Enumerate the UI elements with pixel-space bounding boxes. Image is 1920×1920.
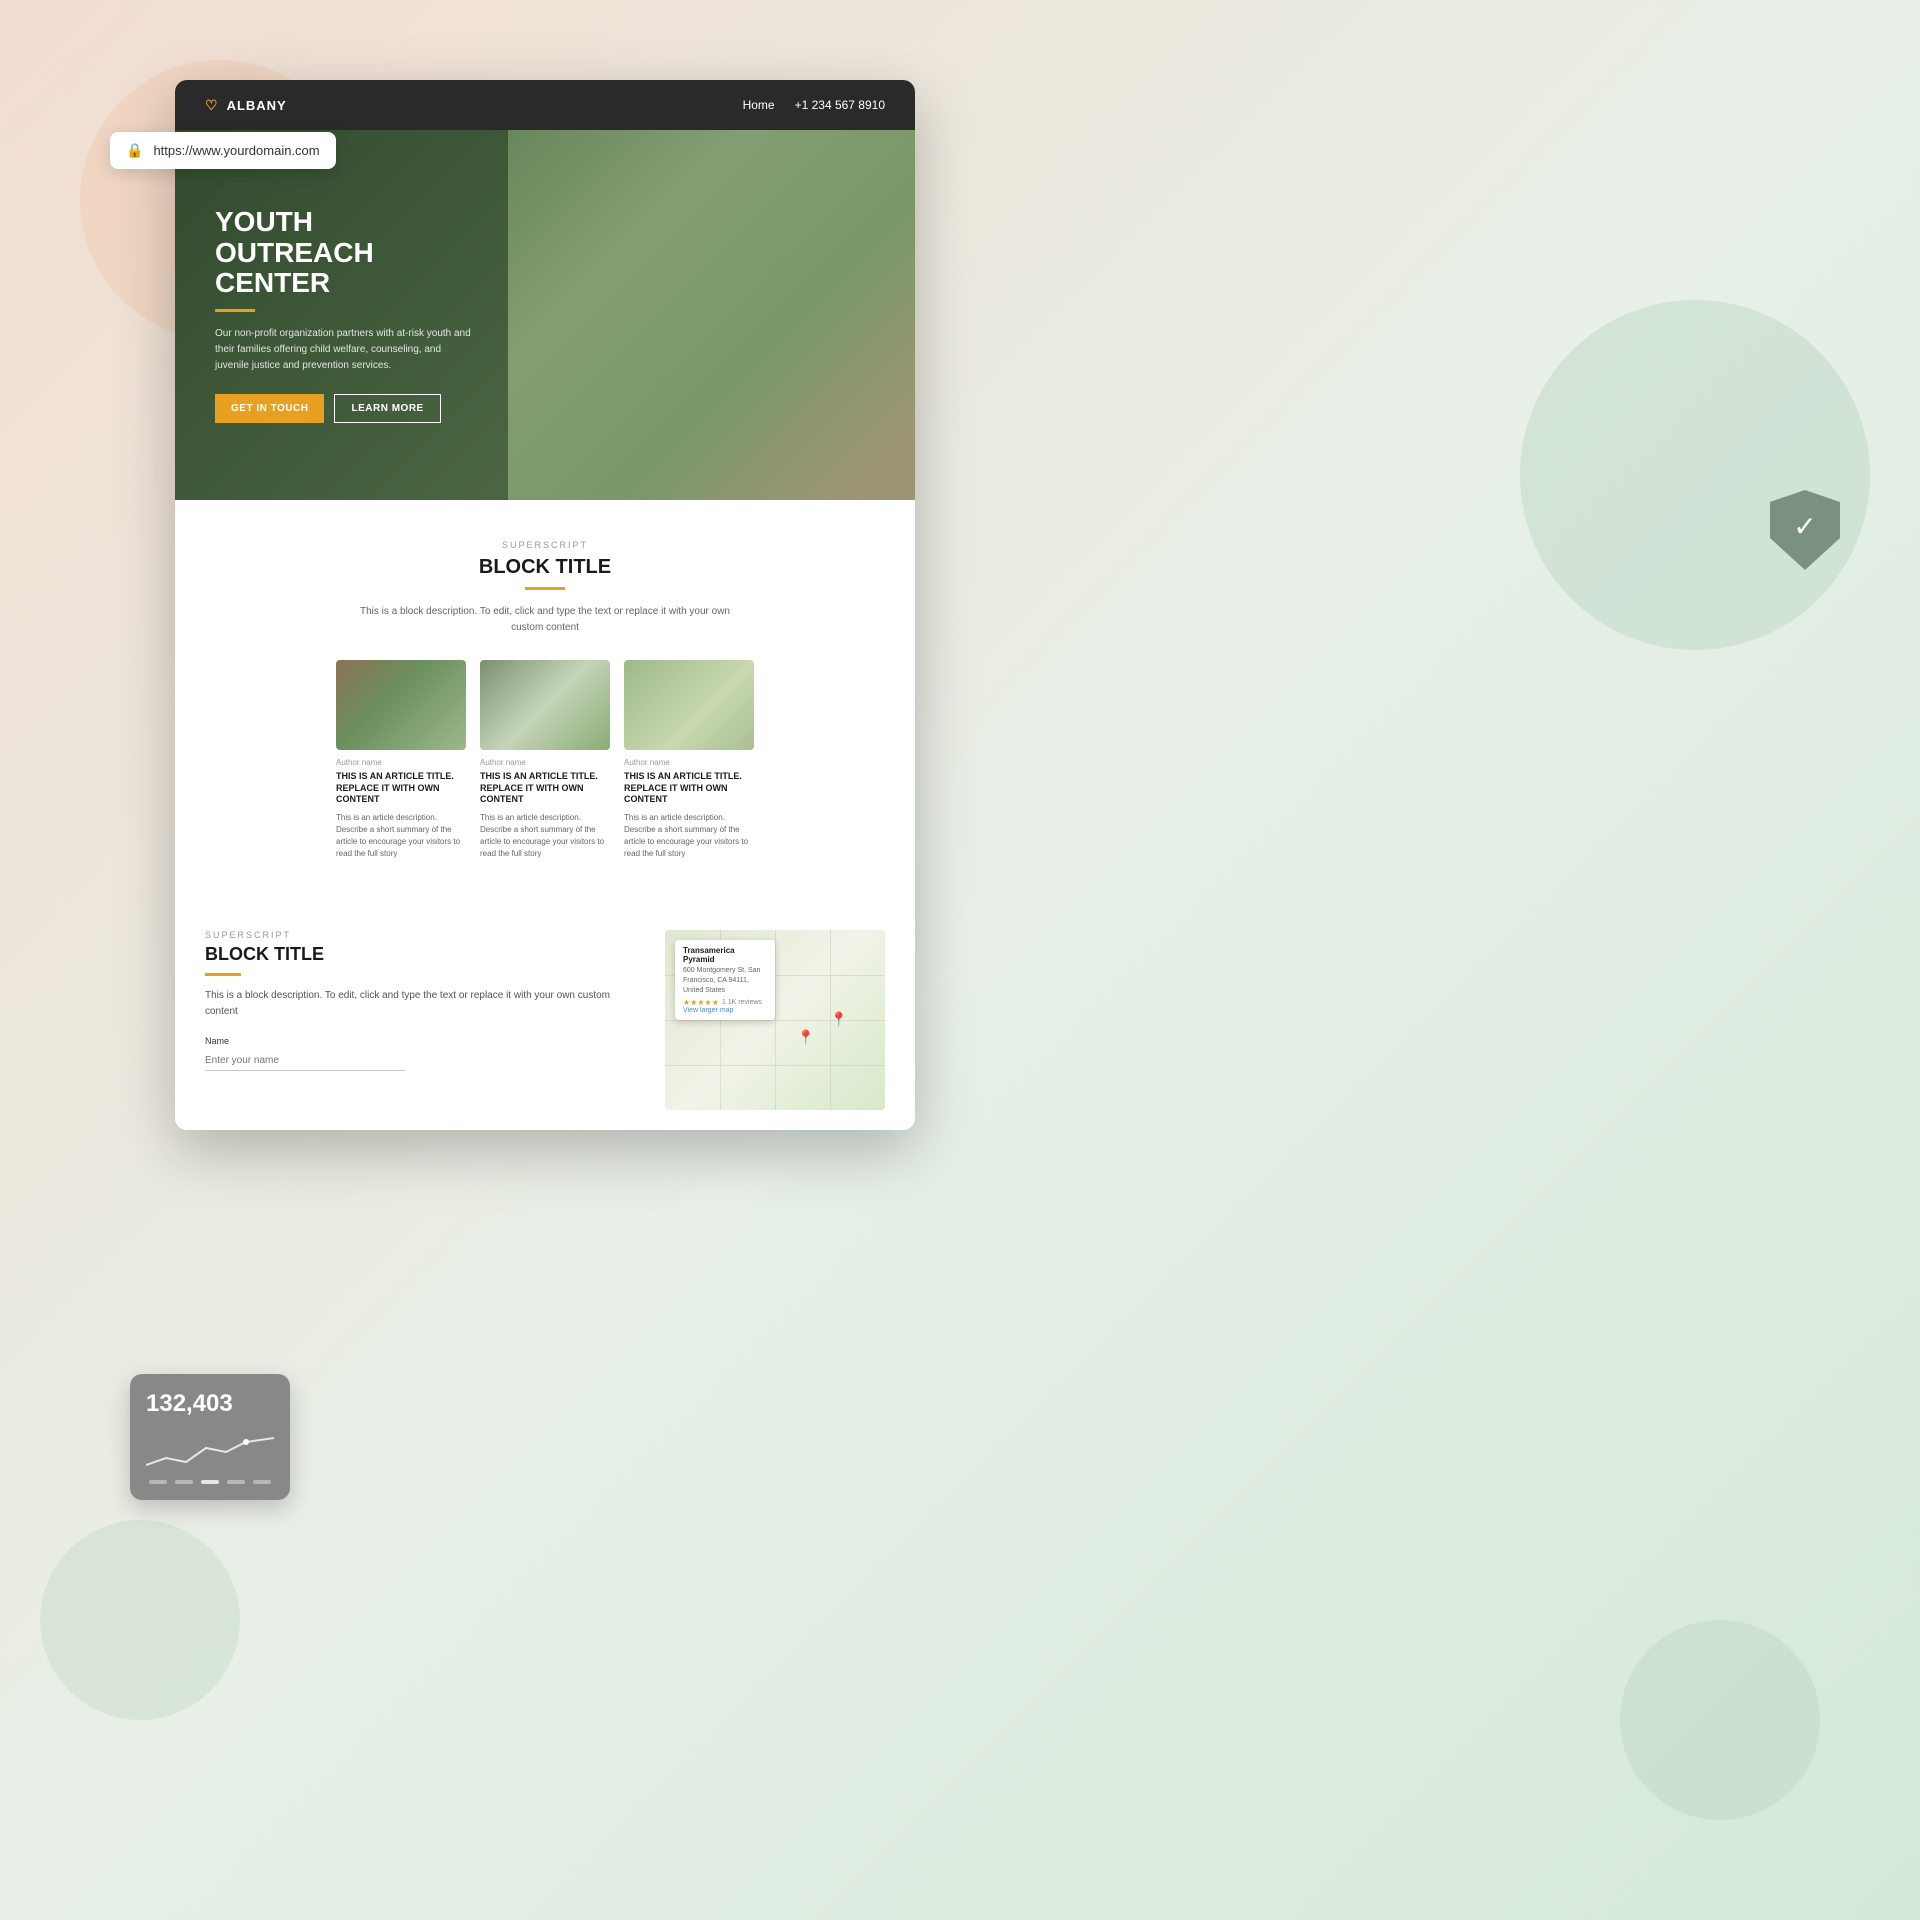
nav-phone: +1 234 567 8910 bbox=[795, 98, 885, 112]
hero-section: YOUTH OUTREACH CENTER Our non-profit org… bbox=[175, 130, 915, 500]
hero-photo bbox=[508, 130, 915, 500]
map-road bbox=[775, 930, 776, 1110]
article-grid: Author name THIS IS AN ARTICLE TITLE. RE… bbox=[205, 660, 885, 860]
article-2-title[interactable]: THIS IS AN ARTICLE TITLE. REPLACE IT WIT… bbox=[480, 771, 610, 806]
bottom-superscript: SUPERSCRIPT bbox=[205, 930, 645, 940]
bg-decoration-4 bbox=[1620, 1620, 1820, 1820]
article-3-desc: This is an article description. Describe… bbox=[624, 812, 754, 860]
article-image-1 bbox=[336, 660, 466, 750]
shield-icon: ✓ bbox=[1770, 490, 1840, 570]
shield-check-icon: ✓ bbox=[1793, 510, 1816, 543]
article-image-2 bbox=[480, 660, 610, 750]
block-section-title: BLOCK TITLE bbox=[205, 556, 885, 579]
form-name-label: Name bbox=[205, 1036, 645, 1046]
heart-icon: ♡ bbox=[205, 97, 219, 114]
superscript-label: SUPERSCRIPT bbox=[205, 540, 885, 550]
hero-title: YOUTH OUTREACH CENTER bbox=[215, 207, 475, 299]
browser-window: ♡ ALBANY Home +1 234 567 8910 YOUTH OUTR… bbox=[175, 80, 915, 1130]
article-1-title[interactable]: THIS IS AN ARTICLE TITLE. REPLACE IT WIT… bbox=[336, 771, 466, 806]
hero-buttons: GET IN TOUCH LEARN MORE bbox=[215, 394, 475, 423]
bottom-block-desc: This is a block description. To edit, cl… bbox=[205, 988, 645, 1020]
article-3-title[interactable]: THIS IS AN ARTICLE TITLE. REPLACE IT WIT… bbox=[624, 771, 754, 806]
stats-dot-2[interactable] bbox=[175, 1480, 193, 1484]
map-reviews: 1.1K reviews bbox=[722, 999, 762, 1006]
article-1-author: Author name bbox=[336, 758, 466, 767]
map-view-link[interactable]: View larger map bbox=[683, 1007, 767, 1014]
hero-description: Our non-profit organization partners wit… bbox=[215, 326, 475, 374]
site-navbar: ♡ ALBANY Home +1 234 567 8910 bbox=[175, 80, 915, 130]
form-name-input[interactable] bbox=[205, 1051, 405, 1071]
article-card-1: Author name THIS IS AN ARTICLE TITLE. RE… bbox=[336, 660, 466, 860]
article-2-author: Author name bbox=[480, 758, 610, 767]
map-container: 📍 📍 📍 Transamerica Pyramid 600 Montgomer… bbox=[665, 930, 885, 1110]
map-pin-3[interactable]: 📍 bbox=[830, 1011, 847, 1028]
navbar-logo-text: ALBANY bbox=[227, 98, 287, 113]
article-card-2: Author name THIS IS AN ARTICLE TITLE. RE… bbox=[480, 660, 610, 860]
stats-number: 132,403 bbox=[146, 1390, 274, 1418]
map-business-name: Transamerica Pyramid bbox=[683, 946, 767, 964]
stats-card: 132,403 bbox=[130, 1374, 290, 1500]
site-content: SUPERSCRIPT BLOCK TITLE This is a block … bbox=[175, 500, 915, 1130]
security-badge: ✓ bbox=[1770, 490, 1840, 570]
form-group: Name bbox=[205, 1036, 645, 1071]
get-in-touch-button[interactable]: GET IN TOUCH bbox=[215, 394, 324, 423]
navbar-links: Home +1 234 567 8910 bbox=[743, 98, 885, 112]
hero-content: YOUTH OUTREACH CENTER Our non-profit org… bbox=[175, 167, 515, 463]
bottom-left-content: SUPERSCRIPT BLOCK TITLE This is a block … bbox=[205, 930, 645, 1110]
bottom-title-decoration bbox=[205, 973, 241, 976]
stats-dot-3[interactable] bbox=[201, 1480, 219, 1484]
article-image-3 bbox=[624, 660, 754, 750]
map-info-box: Transamerica Pyramid 600 Montgomery St, … bbox=[675, 940, 775, 1020]
article-card-3: Author name THIS IS AN ARTICLE TITLE. RE… bbox=[624, 660, 754, 860]
map-pin-2[interactable]: 📍 bbox=[797, 1029, 814, 1046]
article-1-desc: This is an article description. Describe… bbox=[336, 812, 466, 860]
map-rating-stars: ★★★★★ bbox=[683, 998, 719, 1007]
article-3-author: Author name bbox=[624, 758, 754, 767]
bg-decoration-2 bbox=[40, 1520, 240, 1720]
bg-decoration-3 bbox=[1456, 236, 1920, 714]
block-description: This is a block description. To edit, cl… bbox=[355, 604, 735, 636]
hero-underline-decoration bbox=[215, 309, 255, 312]
lock-icon: 🔒 bbox=[126, 142, 143, 159]
stats-dot-4[interactable] bbox=[227, 1480, 245, 1484]
block-title-decoration bbox=[525, 587, 565, 590]
learn-more-button[interactable]: LEARN MORE bbox=[334, 394, 440, 423]
bottom-section: SUPERSCRIPT BLOCK TITLE This is a block … bbox=[175, 900, 915, 1130]
stats-pagination-dots bbox=[146, 1480, 274, 1484]
map-background: 📍 📍 📍 Transamerica Pyramid 600 Montgomer… bbox=[665, 930, 885, 1110]
stats-dot-5[interactable] bbox=[253, 1480, 271, 1484]
stats-dot-1[interactable] bbox=[149, 1480, 167, 1484]
url-text: https://www.yourdomain.com bbox=[153, 143, 319, 158]
block-section: SUPERSCRIPT BLOCK TITLE This is a block … bbox=[175, 500, 915, 900]
navbar-logo: ♡ ALBANY bbox=[205, 97, 287, 114]
bottom-block-title: BLOCK TITLE bbox=[205, 944, 645, 965]
map-address: 600 Montgomery St, San Francisco, CA 941… bbox=[683, 966, 767, 995]
stats-chart bbox=[146, 1430, 274, 1470]
url-bar: 🔒 https://www.yourdomain.com bbox=[110, 132, 336, 169]
nav-home[interactable]: Home bbox=[743, 98, 775, 112]
article-2-desc: This is an article description. Describe… bbox=[480, 812, 610, 860]
